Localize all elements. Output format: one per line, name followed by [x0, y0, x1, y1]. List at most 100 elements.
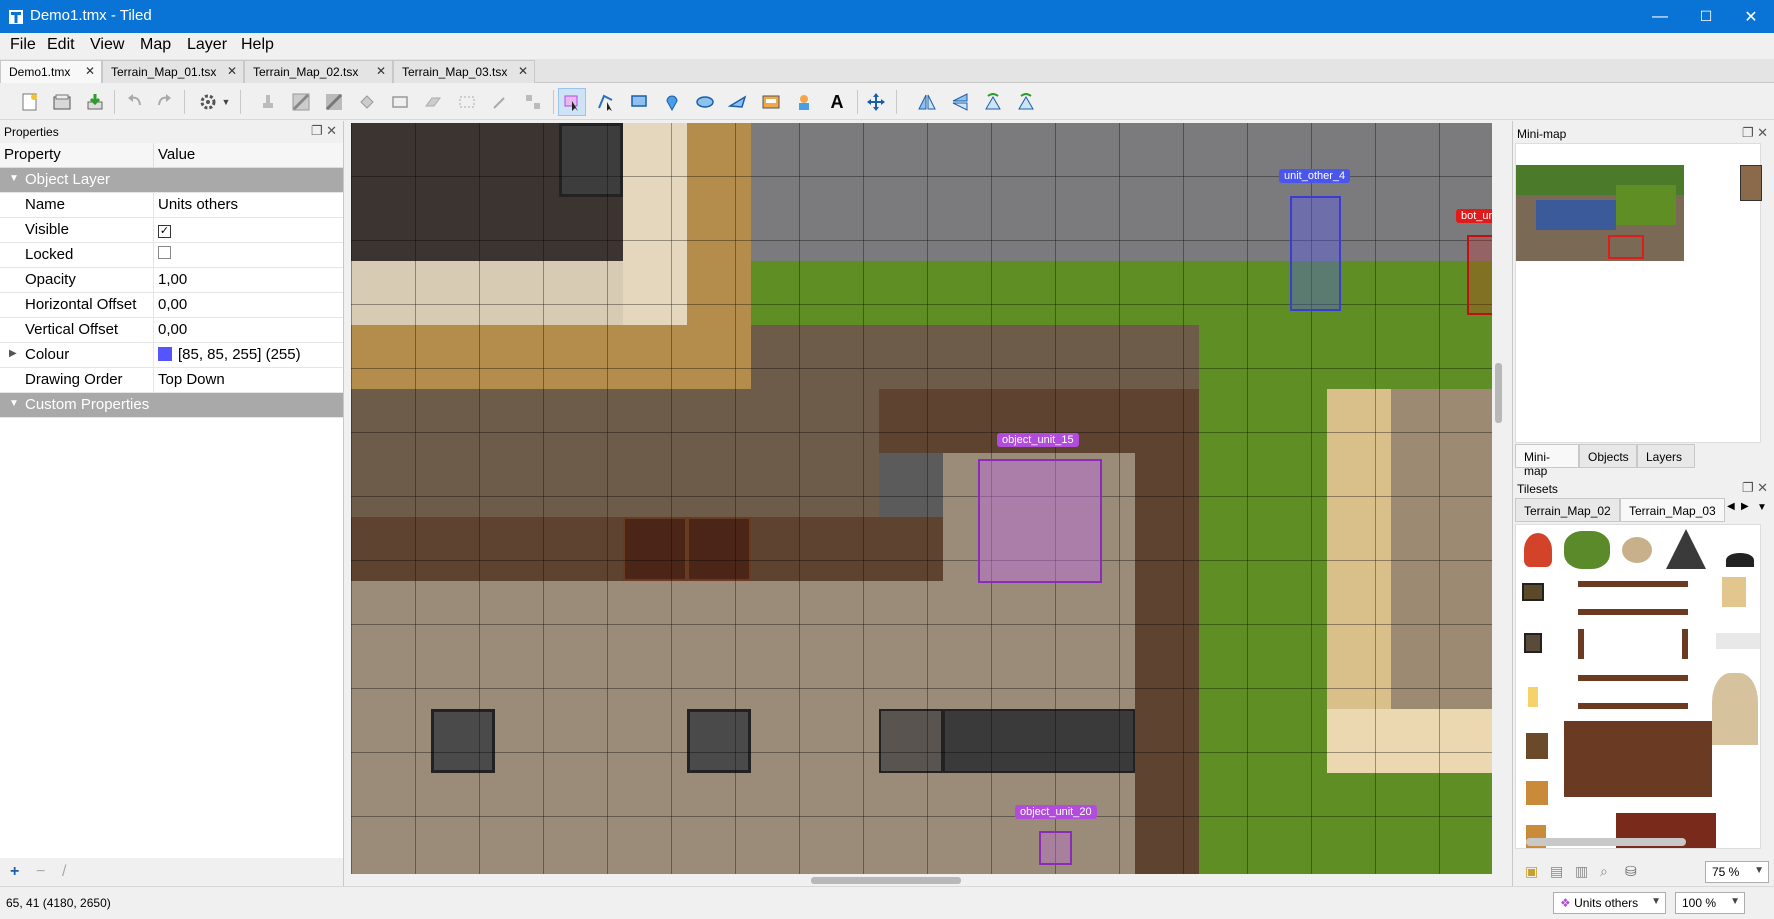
property-row-opacity[interactable]: Opacity 1,00	[0, 268, 343, 293]
map-vertical-scrollbar[interactable]	[1492, 123, 1504, 874]
tab-tileset-terrain-map-03[interactable]: Terrain_Map_03	[1620, 498, 1725, 522]
tab-terrain-map-02[interactable]: Terrain_Map_02.tsx ✕	[244, 60, 393, 83]
menu-file[interactable]: File	[10, 36, 36, 54]
insert-ellipse-icon[interactable]	[691, 88, 719, 116]
panel-float-close-icons[interactable]: ❐ ✕	[1742, 125, 1768, 141]
property-row-name[interactable]: Name Units others	[0, 193, 343, 218]
tab-close-icon[interactable]: ✕	[518, 64, 528, 78]
tab-objects[interactable]: Objects	[1579, 444, 1637, 468]
scroll-thumb[interactable]	[1495, 363, 1502, 423]
shape-fill-icon[interactable]	[386, 88, 414, 116]
tileset-zoom-combo[interactable]: 75 % ▼	[1705, 861, 1769, 883]
colour-swatch[interactable]	[158, 347, 172, 361]
select-objects-icon[interactable]	[558, 88, 586, 116]
flip-vertical-icon[interactable]	[946, 88, 974, 116]
mushroom-tile[interactable]	[1524, 533, 1552, 567]
mushroom-tile[interactable]	[1622, 537, 1652, 563]
insert-tile-icon[interactable]	[757, 88, 785, 116]
bench-fence-tile[interactable]	[1564, 721, 1712, 797]
fence-tile[interactable]	[1578, 675, 1688, 709]
fence-post-tile[interactable]	[1578, 629, 1688, 659]
tab-terrain-map-03[interactable]: Terrain_Map_03.tsx ✕	[393, 60, 535, 83]
tab-close-icon[interactable]: ✕	[376, 64, 386, 78]
close-window-button[interactable]: ✕	[1728, 0, 1774, 33]
tab-terrain-map-01[interactable]: Terrain_Map_01.tsx ✕	[102, 60, 244, 83]
insert-text-icon[interactable]: A	[823, 88, 851, 116]
rotate-right-icon[interactable]	[1012, 88, 1040, 116]
object-label[interactable]: unit_other_4	[1279, 169, 1351, 183]
open-file-icon[interactable]	[48, 88, 76, 116]
magic-wand-icon[interactable]	[486, 88, 514, 116]
insert-rectangle-icon[interactable]	[625, 88, 653, 116]
panel-float-close-icons[interactable]: ❐ ✕	[1742, 480, 1768, 496]
tab-list-chevron-icon[interactable]: ▼	[1757, 502, 1767, 513]
zoom-combo[interactable]: 100 % ▼	[1675, 892, 1745, 914]
bones-tile[interactable]	[1716, 633, 1760, 649]
menu-help[interactable]: Help	[241, 36, 274, 54]
undo-icon[interactable]	[121, 88, 149, 116]
import-tileset-icon[interactable]: ▤	[1550, 863, 1563, 880]
tab-scroll-left-icon[interactable]: ◀	[1727, 501, 1735, 512]
visible-checkbox[interactable]: ✓	[158, 225, 171, 238]
random-mode-icon[interactable]	[862, 88, 890, 116]
new-map-icon[interactable]	[16, 88, 44, 116]
tileset-horizontal-scrollbar[interactable]	[1526, 838, 1686, 846]
portrait-tile[interactable]	[1524, 633, 1542, 653]
commands-icon[interactable]: ▼	[195, 88, 235, 116]
flip-horizontal-icon[interactable]	[913, 88, 941, 116]
door-tile[interactable]	[1712, 673, 1758, 745]
property-row-colour[interactable]: ▶ Colour [85, 85, 255] (255)	[0, 343, 343, 368]
group-custom-properties[interactable]: ▼ Custom Properties	[0, 393, 343, 418]
terrain-brush-icon[interactable]	[287, 88, 315, 116]
map-horizontal-scrollbar[interactable]	[351, 874, 1492, 886]
property-row-drawing-order[interactable]: Drawing Order Top Down	[0, 368, 343, 393]
menu-map[interactable]: Map	[140, 36, 171, 54]
maximize-button[interactable]: ☐	[1683, 0, 1729, 33]
insert-polygon-icon[interactable]	[724, 88, 752, 116]
group-object-layer[interactable]: ▼ Object Layer	[0, 168, 343, 193]
select-same-tile-icon[interactable]	[519, 88, 547, 116]
barrel-tile[interactable]	[1722, 577, 1746, 607]
column-property[interactable]: Property	[0, 143, 154, 167]
property-value[interactable]: 0,00	[154, 293, 191, 317]
tab-close-icon[interactable]: ✕	[85, 64, 95, 78]
candle-tile[interactable]	[1528, 687, 1538, 707]
rename-property-icon[interactable]: /	[62, 863, 66, 881]
current-layer-combo[interactable]: ❖ Units others ▼	[1553, 892, 1666, 914]
stool-tile[interactable]	[1526, 781, 1548, 805]
bucket-fill-icon[interactable]	[353, 88, 381, 116]
tab-layers[interactable]: Layers	[1637, 444, 1695, 468]
rock-tile[interactable]	[1726, 553, 1754, 567]
minimize-button[interactable]: —	[1637, 0, 1683, 33]
add-property-icon[interactable]: +	[10, 863, 19, 881]
property-value[interactable]: Top Down	[154, 368, 229, 392]
minimap-viewport[interactable]	[1608, 235, 1644, 259]
object-label[interactable]: object_unit_20	[1015, 805, 1097, 819]
object-unit-other-4[interactable]	[1290, 196, 1341, 311]
map-canvas[interactable]: unit_other_4 bot_ur object_unit_15 objec…	[351, 123, 1492, 874]
chevron-down-icon[interactable]: ▼	[9, 398, 19, 409]
chevron-down-icon[interactable]: ▼	[9, 173, 19, 184]
eraser-icon[interactable]	[419, 88, 447, 116]
property-value[interactable]: [85, 85, 255] (255)	[178, 346, 301, 363]
tab-scroll-right-icon[interactable]: ▶	[1741, 501, 1749, 512]
edit-tileset-icon[interactable]: ⌕	[1600, 863, 1608, 880]
save-icon[interactable]	[81, 88, 109, 116]
rectangular-select-icon[interactable]	[453, 88, 481, 116]
painting-tile[interactable]	[1522, 583, 1544, 601]
menu-layer[interactable]: Layer	[187, 36, 227, 54]
property-row-locked[interactable]: Locked	[0, 243, 343, 268]
fence-tile[interactable]	[1578, 581, 1688, 615]
panel-float-close-icons[interactable]: ❐ ✕	[311, 123, 337, 139]
property-row-vertical-offset[interactable]: Vertical Offset 0,00	[0, 318, 343, 343]
new-tileset-icon[interactable]: ▣	[1525, 863, 1538, 880]
tileset-view[interactable]	[1515, 524, 1761, 849]
object-unit-15[interactable]	[978, 459, 1102, 583]
property-row-visible[interactable]: Visible ✓	[0, 218, 343, 243]
object-label[interactable]: object_unit_15	[997, 433, 1079, 447]
tab-demo1[interactable]: Demo1.tmx ✕	[0, 60, 102, 83]
rotate-left-icon[interactable]	[979, 88, 1007, 116]
object-bot[interactable]	[1467, 235, 1492, 315]
tab-tileset-terrain-map-02[interactable]: Terrain_Map_02	[1515, 498, 1620, 522]
insert-point-icon[interactable]	[658, 88, 686, 116]
